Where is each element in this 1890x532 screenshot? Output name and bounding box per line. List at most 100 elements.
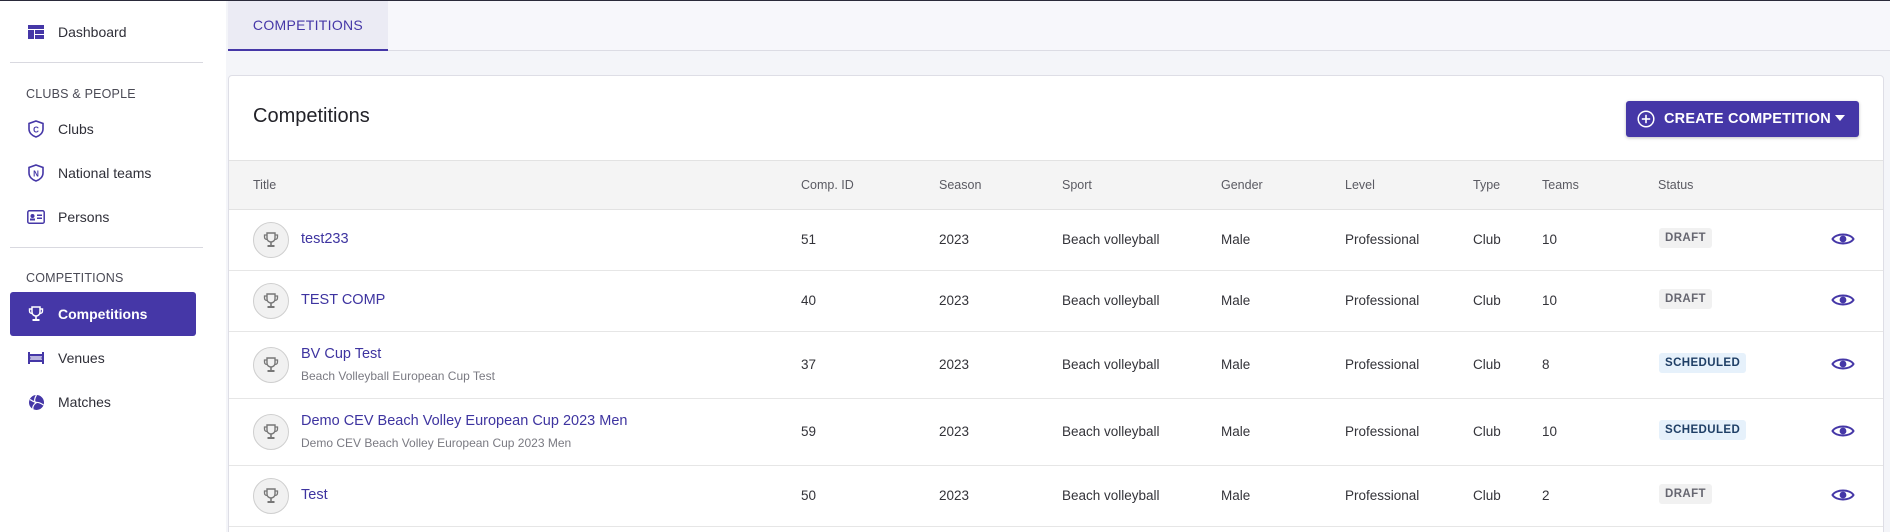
create-competition-label: CREATE COMPETITION [1664,111,1831,127]
view-eye-icon[interactable] [1831,292,1855,313]
sidebar-item-national-teams[interactable]: N National teams [10,151,196,195]
level-cell: Professional [1345,424,1420,439]
caret-down-icon[interactable] [1835,115,1845,121]
type-cell: Club [1473,424,1501,439]
gender-cell: Male [1221,357,1251,372]
sidebar-item-label: Venues [58,350,105,366]
table-header: Title Comp. ID Season Sport Gender Level… [229,160,1883,210]
season-cell: 2023 [939,424,970,439]
table-row[interactable]: BV Cup Test Beach Volleyball European Cu… [229,332,1883,399]
table-row[interactable]: Demo CEV Beach Volley European Cup 2023 … [229,399,1883,466]
sidebar-item-label: Competitions [58,306,148,322]
trophy-icon [253,347,289,383]
sidebar-item-dashboard[interactable]: Dashboard [10,10,196,54]
teams-cell: 8 [1542,357,1550,372]
competition-subtitle: Demo CEV Beach Volley European Cup 2023 … [301,436,572,450]
page-title: Competitions [253,105,370,127]
tab-competitions[interactable]: COMPETITIONS [228,1,388,51]
gender-cell: Male [1221,293,1251,308]
comp-id-cell: 50 [801,488,817,503]
sidebar-item-label: National teams [58,165,152,181]
column-header-season[interactable]: Season [939,178,981,192]
sidebar-item-label: Dashboard [58,24,127,40]
view-eye-icon[interactable] [1831,356,1855,377]
table-row[interactable]: Test 50 2023 Beach volleyball Male Profe… [229,466,1883,527]
view-eye-icon[interactable] [1831,231,1855,252]
section-label-clubs-people: CLUBS & PEOPLE [26,87,136,101]
trophy-icon [253,478,289,514]
season-cell: 2023 [939,357,970,372]
gender-cell: Male [1221,488,1251,503]
competition-title-link[interactable]: test233 [301,231,349,247]
teams-cell: 2 [1542,488,1550,503]
svg-text:C: C [33,126,39,135]
sport-cell: Beach volleyball [1062,424,1160,439]
sport-cell: Beach volleyball [1062,488,1160,503]
teams-cell: 10 [1542,293,1558,308]
teams-cell: 10 [1542,232,1558,247]
svg-text:N: N [33,170,39,179]
view-eye-icon[interactable] [1831,423,1855,444]
view-eye-icon[interactable] [1831,487,1855,508]
level-cell: Professional [1345,357,1420,372]
competition-title-link[interactable]: Demo CEV Beach Volley European Cup 2023 … [301,413,627,429]
competition-title-link[interactable]: BV Cup Test [301,346,381,362]
id-card-icon [27,208,45,226]
status-badge: SCHEDULED [1659,420,1747,440]
plus-circle-icon [1637,110,1655,128]
teams-cell: 10 [1542,424,1558,439]
column-header-status[interactable]: Status [1658,178,1693,192]
season-cell: 2023 [939,232,970,247]
venue-icon [27,349,45,367]
column-header-level[interactable]: Level [1345,178,1375,192]
season-cell: 2023 [939,488,970,503]
type-cell: Club [1473,357,1501,372]
table-row[interactable]: TEST COMP 40 2023 Beach volleyball Male … [229,271,1883,332]
create-competition-button[interactable]: CREATE COMPETITION [1626,101,1859,137]
top-tab-bar: COMPETITIONS [228,1,1890,51]
sport-cell: Beach volleyball [1062,293,1160,308]
sidebar-item-matches[interactable]: Matches [10,380,196,424]
sidebar-item-label: Matches [58,394,111,410]
sidebar-item-label: Persons [58,209,110,225]
club-shield-icon: C [27,120,45,138]
comp-id-cell: 59 [801,424,817,439]
gender-cell: Male [1221,424,1251,439]
type-cell: Club [1473,293,1501,308]
sidebar-divider [10,62,203,63]
sidebar-item-competitions[interactable]: Competitions [10,292,196,336]
trophy-icon [253,222,289,258]
level-cell: Professional [1345,488,1420,503]
competition-title-link[interactable]: TEST COMP [301,292,385,308]
competition-title-link[interactable]: Test [301,487,328,503]
column-header-sport[interactable]: Sport [1062,178,1092,192]
comp-id-cell: 40 [801,293,817,308]
level-cell: Professional [1345,232,1420,247]
competition-subtitle: Beach Volleyball European Cup Test [301,369,495,383]
sidebar-divider [10,247,203,248]
type-cell: Club [1473,488,1501,503]
comp-id-cell: 51 [801,232,817,247]
sport-cell: Beach volleyball [1062,357,1160,372]
volleyball-icon [27,393,45,411]
dashboard-icon [27,23,45,41]
status-badge: SCHEDULED [1659,353,1747,373]
type-cell: Club [1473,232,1501,247]
section-label-competitions: COMPETITIONS [26,271,124,285]
sport-cell: Beach volleyball [1062,232,1160,247]
column-header-type[interactable]: Type [1473,178,1500,192]
gender-cell: Male [1221,232,1251,247]
sidebar-item-clubs[interactable]: C Clubs [10,107,196,151]
sidebar-item-persons[interactable]: Persons [10,195,196,239]
column-header-comp-id[interactable]: Comp. ID [801,178,854,192]
status-badge: DRAFT [1659,484,1712,504]
table-row[interactable]: test233 51 2023 Beach volleyball Male Pr… [229,210,1883,271]
column-header-title[interactable]: Title [253,178,276,192]
trophy-icon [253,283,289,319]
trophy-icon [253,414,289,450]
trophy-icon [27,305,45,323]
column-header-teams[interactable]: Teams [1542,178,1579,192]
column-header-gender[interactable]: Gender [1221,178,1263,192]
sidebar: Dashboard CLUBS & PEOPLE C Clubs N Natio… [0,1,226,532]
sidebar-item-venues[interactable]: Venues [10,336,196,380]
